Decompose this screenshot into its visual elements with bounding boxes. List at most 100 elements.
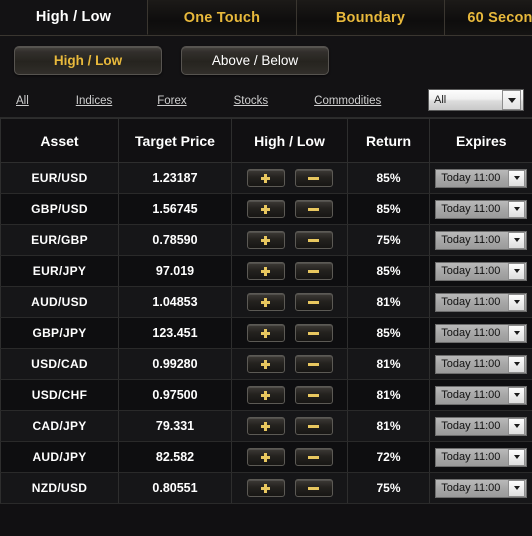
return-value: 81% — [376, 419, 401, 433]
chevron-down-icon[interactable] — [508, 479, 526, 497]
expiry-dropdown[interactable]: Today 11:00 — [435, 385, 528, 405]
put-down-button[interactable] — [294, 169, 333, 187]
expiry-dropdown[interactable]: Today 11:00 — [435, 416, 528, 436]
cell-return: 81% — [347, 348, 430, 380]
filter-link-stocks[interactable]: Stocks — [234, 95, 269, 107]
tab-60-second-label: 60 Second — [467, 9, 532, 26]
mode-button-above-below[interactable]: Above / Below — [181, 45, 329, 75]
chevron-down-icon[interactable] — [508, 448, 526, 466]
put-down-button[interactable] — [294, 200, 333, 218]
chevron-down-icon[interactable] — [508, 355, 526, 373]
table-row[interactable]: GBP/JPY 123.451 85% Today 11:00 — [0, 317, 532, 349]
expiry-dropdown[interactable]: Today 11:00 — [435, 230, 528, 250]
tab-high-low[interactable]: High / Low — [0, 0, 148, 35]
expiry-dropdown[interactable]: Today 11:00 — [435, 323, 528, 343]
expiry-dropdown[interactable]: Today 11:00 — [435, 354, 528, 374]
put-down-button[interactable] — [294, 479, 333, 497]
filter-link-forex[interactable]: Forex — [157, 95, 186, 107]
plus-icon — [261, 452, 270, 462]
call-up-button[interactable] — [246, 200, 285, 218]
asset-name-label: NZD/USD — [31, 481, 88, 495]
filter-link-commodities[interactable]: Commodities — [314, 95, 381, 107]
table-row[interactable]: AUD/USD 1.04853 81% Today 11:00 — [0, 286, 532, 318]
cell-asset: GBP/JPY — [0, 317, 119, 349]
chevron-down-icon[interactable] — [508, 200, 526, 218]
column-header-target-price[interactable]: Target Price — [118, 118, 232, 163]
chevron-down-icon[interactable] — [508, 231, 526, 249]
call-up-button[interactable] — [246, 479, 285, 497]
column-header-expires[interactable]: Expires — [429, 118, 532, 163]
table-row[interactable]: EUR/GBP 0.78590 75% Today 11:00 — [0, 224, 532, 256]
table-row[interactable]: NZD/USD 0.80551 75% Today 11:00 — [0, 472, 532, 504]
expiry-dropdown[interactable]: Today 11:00 — [435, 478, 528, 498]
column-header-asset[interactable]: Asset — [0, 118, 119, 163]
put-down-button[interactable] — [294, 417, 333, 435]
chevron-down-icon[interactable] — [508, 169, 526, 187]
tab-one-touch[interactable]: One Touch — [148, 0, 297, 35]
filter-link-all[interactable]: All — [16, 95, 29, 107]
expiry-dropdown[interactable]: Today 11:00 — [435, 199, 528, 219]
cell-return: 85% — [347, 317, 430, 349]
target-price-value: 0.78590 — [152, 233, 198, 247]
chevron-down-icon[interactable] — [508, 262, 526, 280]
table-row[interactable]: AUD/JPY 82.582 72% Today 11:00 — [0, 441, 532, 473]
call-up-button[interactable] — [246, 324, 285, 342]
expiry-dropdown[interactable]: Today 11:00 — [435, 447, 528, 467]
tab-60-second[interactable]: 60 Second — [445, 0, 532, 35]
high-low-buttons — [232, 479, 347, 497]
expiry-dropdown-value: Today 11:00 — [441, 389, 501, 401]
table-row[interactable]: EUR/USD 1.23187 85% Today 11:00 — [0, 162, 532, 194]
chevron-down-glyph — [513, 238, 520, 242]
asset-name-label: EUR/USD — [31, 171, 88, 185]
expiry-dropdown[interactable]: Today 11:00 — [435, 261, 528, 281]
asset-filter-dropdown[interactable]: All — [428, 89, 524, 111]
chevron-down-icon[interactable] — [502, 90, 521, 110]
put-down-button[interactable] — [294, 262, 333, 280]
chevron-down-icon[interactable] — [508, 386, 526, 404]
table-row[interactable]: GBP/USD 1.56745 85% Today 11:00 — [0, 193, 532, 225]
chevron-down-icon[interactable] — [508, 324, 526, 342]
table-header-row: Asset Target Price High / Low Return Exp… — [0, 118, 532, 163]
table-row[interactable]: EUR/JPY 97.019 85% Today 11:00 — [0, 255, 532, 287]
call-up-button[interactable] — [246, 169, 285, 187]
put-down-button[interactable] — [294, 386, 333, 404]
put-down-button[interactable] — [294, 293, 333, 311]
call-up-button[interactable] — [246, 355, 285, 373]
target-price-value: 0.80551 — [152, 481, 198, 495]
table-row[interactable]: CAD/JPY 79.331 81% Today 11:00 — [0, 410, 532, 442]
cell-return: 75% — [347, 224, 430, 256]
minus-icon — [308, 300, 319, 304]
filter-link-indices[interactable]: Indices — [76, 95, 112, 107]
chevron-down-icon[interactable] — [508, 293, 526, 311]
column-header-return[interactable]: Return — [347, 118, 430, 163]
chevron-down-icon[interactable] — [508, 417, 526, 435]
table-row[interactable]: USD/CAD 0.99280 81% Today 11:00 — [0, 348, 532, 380]
column-header-high-low[interactable]: High / Low — [231, 118, 348, 163]
plus-icon — [261, 328, 270, 338]
mode-button-above-below-label: Above / Below — [211, 52, 299, 68]
mode-button-high-low[interactable]: High / Low — [14, 45, 162, 75]
expiry-dropdown[interactable]: Today 11:00 — [435, 292, 528, 312]
chevron-down-glyph — [513, 176, 520, 180]
call-up-button[interactable] — [246, 293, 285, 311]
table-row[interactable]: USD/CHF 0.97500 81% Today 11:00 — [0, 379, 532, 411]
asset-name-label: EUR/GBP — [31, 233, 88, 247]
call-up-button[interactable] — [246, 448, 285, 466]
put-down-button[interactable] — [294, 231, 333, 249]
return-value: 85% — [376, 264, 401, 278]
call-up-button[interactable] — [246, 417, 285, 435]
cell-target-price: 123.451 — [118, 317, 232, 349]
plus-icon — [261, 421, 270, 431]
call-up-button[interactable] — [246, 386, 285, 404]
call-up-button[interactable] — [246, 231, 285, 249]
tab-boundary[interactable]: Boundary — [297, 0, 445, 35]
call-up-button[interactable] — [246, 262, 285, 280]
cell-high-low — [231, 441, 348, 473]
put-down-button[interactable] — [294, 448, 333, 466]
expiry-dropdown[interactable]: Today 11:00 — [435, 168, 528, 188]
put-down-button[interactable] — [294, 355, 333, 373]
minus-icon — [308, 455, 319, 459]
minus-icon — [308, 362, 319, 366]
put-down-button[interactable] — [294, 324, 333, 342]
cell-high-low — [231, 255, 348, 287]
